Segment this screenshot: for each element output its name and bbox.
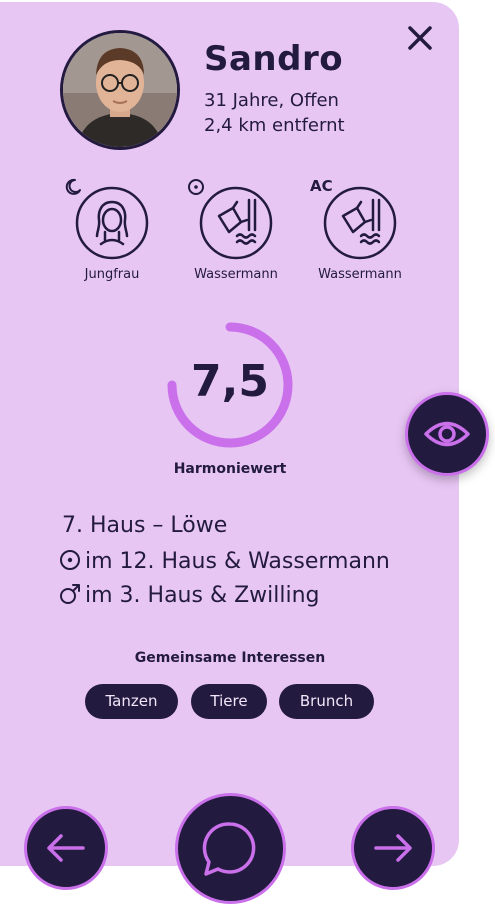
sign-sun-aquarius[interactable] (199, 186, 273, 260)
close-button[interactable] (404, 22, 436, 54)
sign-label-ascendant: Wassermann (318, 267, 402, 282)
profile-screen: Sandro 31 Jahre, Offen 2,4 km entfernt J… (0, 0, 495, 913)
house-row-2: im 12. Haus & Wassermann (59, 549, 390, 573)
sign-ascendant-aquarius[interactable] (323, 186, 397, 260)
sign-moon-virgo[interactable] (75, 186, 149, 260)
sign-label-moon: Jungfrau (84, 267, 140, 282)
chat-button[interactable] (175, 793, 286, 904)
avatar (60, 30, 180, 150)
interests-title: Gemeinsame Interessen (134, 650, 326, 666)
profile-age-status: 31 Jahre, Offen (204, 90, 339, 111)
harmony-score-label: Harmoniewert (173, 461, 287, 477)
interest-chip[interactable]: Tanzen (85, 684, 178, 719)
house-row-1: 7. Haus – Löwe (62, 515, 227, 537)
harmony-score-value: 7,5 (191, 356, 269, 407)
reveal-button[interactable] (405, 392, 489, 476)
arrow-left-icon (47, 834, 85, 862)
avatar-photo (63, 33, 177, 147)
interest-chip[interactable]: Brunch (279, 684, 374, 719)
chat-bubble-icon (202, 822, 256, 876)
house-text-2: im 12. Haus & Wassermann (85, 549, 390, 574)
interest-chip[interactable]: Tiere (191, 684, 267, 719)
next-button[interactable] (351, 806, 435, 890)
virgo-icon (75, 186, 149, 260)
house-row-3: im 3. Haus & Zwilling (59, 583, 320, 607)
aquarius-icon (199, 186, 273, 260)
sign-label-sun: Wassermann (194, 267, 278, 282)
arrow-right-icon (374, 834, 412, 862)
aquarius-icon (323, 186, 397, 260)
eye-icon (424, 421, 470, 447)
sun-icon (59, 549, 81, 571)
house-text-3: im 3. Haus & Zwilling (85, 583, 320, 608)
profile-distance: 2,4 km entfernt (204, 115, 345, 136)
profile-name: Sandro (204, 39, 344, 79)
mars-icon (59, 583, 81, 605)
previous-button[interactable] (24, 806, 108, 890)
house-text-1: 7. Haus – Löwe (62, 513, 228, 538)
close-icon (408, 26, 432, 50)
